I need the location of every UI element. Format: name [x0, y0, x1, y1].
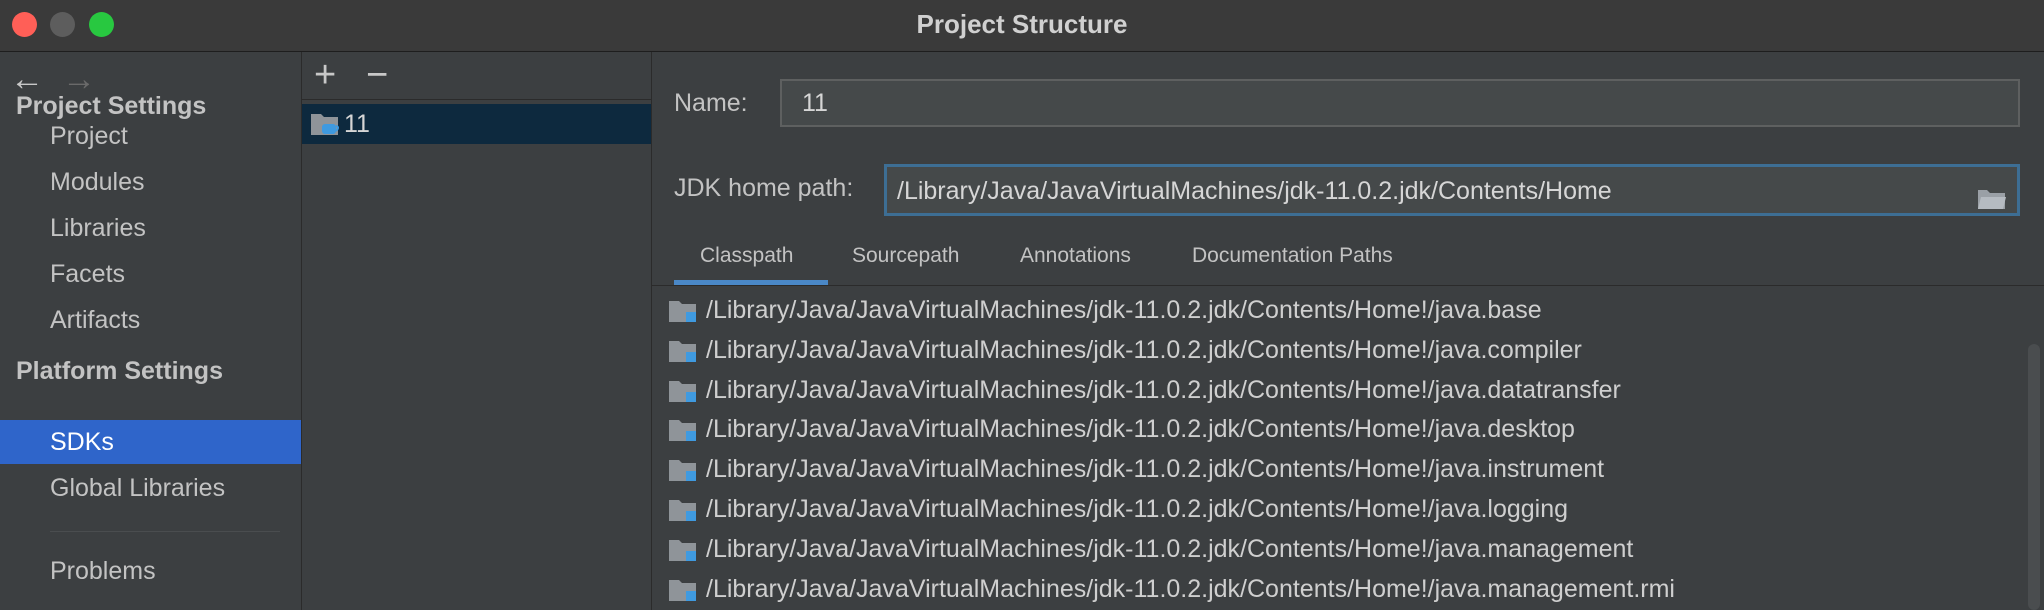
add-sdk-button[interactable]: +	[314, 56, 336, 94]
classpath-entry: /Library/Java/JavaVirtualMachines/jdk-11…	[706, 415, 1575, 443]
classpath-entry: /Library/Java/JavaVirtualMachines/jdk-11…	[706, 495, 1569, 523]
sdk-name-field[interactable]: 11	[780, 79, 2020, 127]
sdk-name-label: 11	[344, 110, 370, 138]
module-folder-icon	[668, 577, 700, 610]
window-title: Project Structure	[916, 9, 1128, 39]
title-bar: Project Structure	[0, 0, 2044, 52]
module-folder-icon	[668, 497, 700, 530]
module-folder-icon	[668, 378, 700, 411]
classpath-entry: /Library/Java/JavaVirtualMachines/jdk-11…	[706, 296, 1542, 324]
platform-settings-heading: Platform Settings	[16, 357, 223, 385]
sdk-detail-pane: Name: 11 JDK home path: /Library/Java/Ja…	[652, 52, 2044, 610]
module-folder-icon	[668, 417, 700, 450]
classpath-entry: /Library/Java/JavaVirtualMachines/jdk-11…	[706, 336, 1582, 364]
tab-annotations[interactable]: Annotations	[1020, 244, 1131, 268]
name-label: Name:	[674, 89, 748, 117]
sdk-list-item[interactable]: 11	[302, 104, 651, 144]
module-folder-icon	[668, 537, 700, 570]
nav-item-global-libraries[interactable]: Global Libraries	[0, 466, 301, 510]
nav-item-modules[interactable]: Modules	[0, 160, 301, 204]
sdk-tabs: Classpath Sourcepath Annotations Documen…	[652, 230, 2044, 286]
classpath-entry: /Library/Java/JavaVirtualMachines/jdk-11…	[706, 376, 1621, 404]
classpath-entry: /Library/Java/JavaVirtualMachines/jdk-11…	[706, 575, 1675, 603]
active-tab-indicator	[674, 280, 828, 285]
classpath-scrollbar[interactable]	[2028, 344, 2040, 610]
jdk-home-path-value: /Library/Java/JavaVirtualMachines/jdk-11…	[897, 177, 1612, 205]
nav-item-sdks[interactable]: SDKs	[0, 420, 301, 464]
nav-item-project[interactable]: Project	[0, 114, 301, 158]
sdk-list-pane: + − 11	[302, 52, 652, 610]
forward-arrow-icon[interactable]: →	[62, 62, 96, 96]
nav-item-facets[interactable]: Facets	[0, 252, 301, 296]
jdk-home-path-field[interactable]: /Library/Java/JavaVirtualMachines/jdk-11…	[884, 164, 2020, 216]
nav-item-libraries[interactable]: Libraries	[0, 206, 301, 250]
jdk-home-path-label: JDK home path:	[674, 174, 854, 202]
tab-classpath[interactable]: Classpath	[700, 244, 793, 268]
back-arrow-icon[interactable]: ←	[10, 62, 44, 96]
nav-item-artifacts[interactable]: Artifacts	[0, 298, 301, 342]
classpath-list: /Library/Java/JavaVirtualMachines/jdk-11…	[652, 286, 2044, 610]
nav-item-problems[interactable]: Problems	[0, 549, 301, 593]
module-folder-icon	[668, 338, 700, 371]
module-folder-icon	[668, 457, 700, 490]
tab-documentation-paths[interactable]: Documentation Paths	[1192, 244, 1393, 268]
tab-sourcepath[interactable]: Sourcepath	[852, 244, 959, 268]
classpath-entry: /Library/Java/JavaVirtualMachines/jdk-11…	[706, 535, 1634, 563]
browse-folder-icon[interactable]	[1977, 179, 2007, 227]
sdk-toolbar: + −	[302, 52, 651, 100]
remove-sdk-button[interactable]: −	[366, 56, 388, 94]
module-folder-icon	[668, 298, 700, 331]
classpath-entry: /Library/Java/JavaVirtualMachines/jdk-11…	[706, 455, 1605, 483]
nav-divider	[50, 531, 280, 532]
jdk-folder-icon	[310, 110, 340, 143]
settings-navigation: ← → Project Settings Project Modules Lib…	[0, 52, 302, 610]
